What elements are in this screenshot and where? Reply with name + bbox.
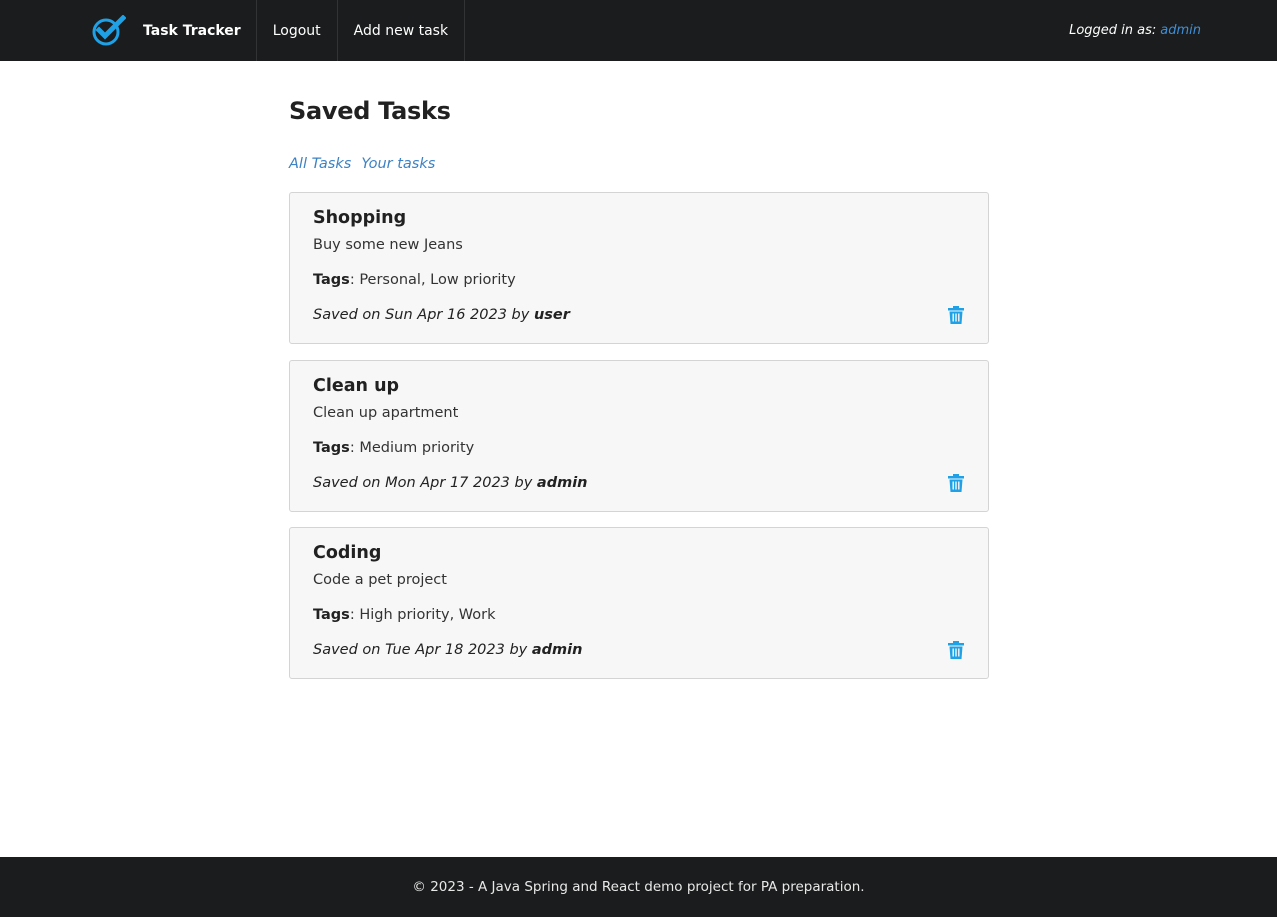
brand-link[interactable]: Task Tracker bbox=[76, 0, 257, 61]
logout-link[interactable]: Logout bbox=[257, 0, 338, 61]
saved-date: Saved on Sun Apr 16 2023 by bbox=[313, 307, 530, 323]
page-title: Saved Tasks bbox=[289, 97, 451, 125]
task-author: admin bbox=[531, 642, 583, 658]
task-title: Coding bbox=[313, 543, 382, 563]
logged-in-status: Logged in as: admin bbox=[1069, 0, 1201, 61]
trash-icon[interactable] bbox=[948, 306, 964, 324]
task-saved-info: Saved on Mon Apr 17 2023 by admin bbox=[313, 475, 588, 491]
task-tags: Tags: Personal, Low priority bbox=[313, 272, 516, 288]
tags-value: : High priority, Work bbox=[349, 607, 496, 623]
logged-in-label: Logged in as: bbox=[1069, 23, 1157, 38]
top-navbar: Task Tracker Logout Add new task Logged … bbox=[0, 0, 1277, 61]
task-tags: Tags: Medium priority bbox=[313, 440, 474, 456]
tags-label: Tags bbox=[313, 607, 350, 623]
trash-icon[interactable] bbox=[948, 641, 964, 659]
footer-text: © 2023 - A Java Spring and React demo pr… bbox=[412, 879, 865, 895]
tags-value: : Personal, Low priority bbox=[349, 272, 516, 288]
page-footer: © 2023 - A Java Spring and React demo pr… bbox=[0, 857, 1277, 917]
task-tags: Tags: High priority, Work bbox=[313, 607, 496, 623]
trash-icon[interactable] bbox=[948, 474, 964, 492]
task-filters: All Tasks Your tasks bbox=[289, 156, 445, 172]
tags-label: Tags bbox=[313, 440, 350, 456]
all-tasks-link[interactable]: All Tasks bbox=[289, 156, 351, 172]
tags-value: : Medium priority bbox=[349, 440, 475, 456]
brand-title: Task Tracker bbox=[143, 22, 241, 39]
nav-menu: Task Tracker Logout Add new task bbox=[76, 0, 466, 61]
your-tasks-link[interactable]: Your tasks bbox=[361, 156, 435, 172]
task-card: Shopping Buy some new Jeans Tags: Person… bbox=[289, 192, 989, 344]
task-card: Clean up Clean up apartment Tags: Medium… bbox=[289, 360, 989, 512]
task-card: Coding Code a pet project Tags: High pri… bbox=[289, 527, 989, 679]
saved-date: Saved on Mon Apr 17 2023 by bbox=[313, 475, 533, 491]
checkmark-circle-icon bbox=[92, 14, 126, 45]
task-title: Shopping bbox=[313, 208, 407, 228]
logged-in-user-link[interactable]: admin bbox=[1160, 23, 1201, 38]
task-author: user bbox=[533, 307, 570, 323]
tags-label: Tags bbox=[313, 272, 350, 288]
task-saved-info: Saved on Sun Apr 16 2023 by user bbox=[313, 307, 570, 323]
task-saved-info: Saved on Tue Apr 18 2023 by admin bbox=[313, 642, 582, 658]
task-description: Clean up apartment bbox=[313, 405, 459, 421]
task-description: Buy some new Jeans bbox=[313, 237, 463, 253]
task-title: Clean up bbox=[313, 376, 400, 396]
task-description: Code a pet project bbox=[313, 572, 447, 588]
add-task-link[interactable]: Add new task bbox=[338, 0, 466, 61]
saved-date: Saved on Tue Apr 18 2023 by bbox=[313, 642, 528, 658]
task-author: admin bbox=[536, 475, 588, 491]
